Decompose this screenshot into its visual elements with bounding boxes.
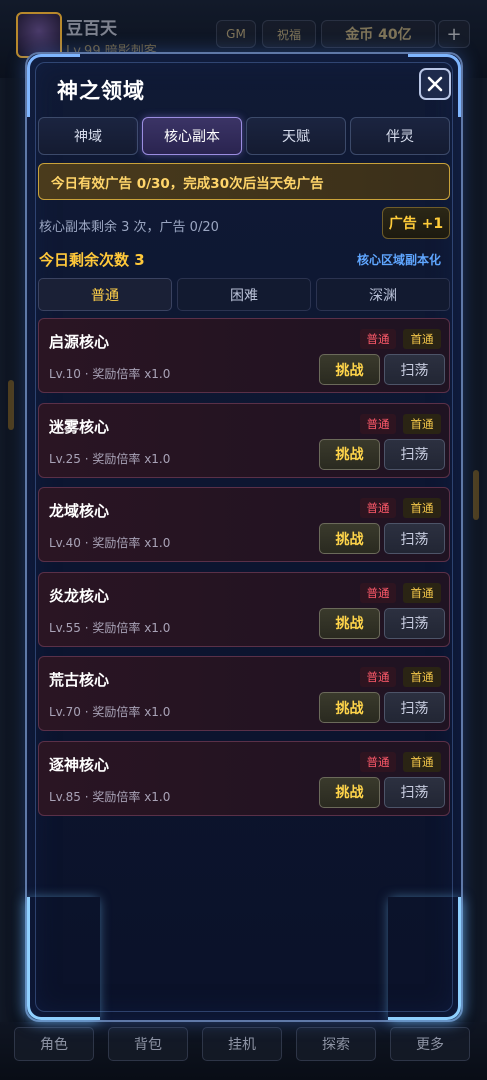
difficulty-tag: 普通 bbox=[360, 329, 396, 349]
sweep-button[interactable]: 扫荡 bbox=[384, 523, 445, 554]
frame-corner-bottom-left bbox=[27, 897, 100, 1020]
player-name: 豆百天 bbox=[66, 19, 117, 39]
difficulty-tag: 普通 bbox=[360, 751, 396, 772]
difficulty-tag: 普通 bbox=[360, 582, 396, 603]
first-clear-tag: 首通 bbox=[403, 751, 441, 772]
challenge-button[interactable]: 挑战 bbox=[319, 776, 380, 808]
difficulty-tag: 普通 bbox=[360, 413, 396, 434]
challenge-button[interactable]: 挑战 bbox=[319, 692, 380, 723]
challenge-button[interactable]: 挑战 bbox=[319, 523, 380, 554]
difficulty-normal[interactable]: 普通 bbox=[38, 278, 172, 311]
tab-divine-domain[interactable]: 神域 bbox=[38, 117, 138, 155]
dungeon-card: 迷雾核心 Lv.25 · 奖励倍率 x1.0 普通 首通 挑战 扫荡 bbox=[38, 402, 450, 478]
bless-button[interactable]: 祝福 bbox=[262, 20, 316, 48]
gm-button[interactable]: GM bbox=[216, 20, 256, 48]
first-clear-tag: 首通 bbox=[403, 413, 441, 434]
ad-bonus-button[interactable]: 广告 +1 bbox=[382, 207, 450, 239]
today-remaining: 今日剩余次数 3 bbox=[39, 251, 145, 269]
tab-bar: 神域 核心副本 天赋 伴灵 bbox=[38, 117, 450, 155]
dungeon-name: 荒古核心 bbox=[49, 671, 110, 689]
difficulty-abyss[interactable]: 深渊 bbox=[316, 278, 450, 311]
tab-core-dungeon[interactable]: 核心副本 bbox=[142, 117, 242, 155]
nav-idle[interactable]: 挂机 bbox=[202, 1027, 282, 1061]
difficulty-hard[interactable]: 困难 bbox=[177, 278, 311, 311]
dungeon-name: 炎龙核心 bbox=[49, 586, 110, 605]
dungeon-info: Lv.10 · 奖励倍率 x1.0 bbox=[49, 367, 171, 381]
sweep-button[interactable]: 扫荡 bbox=[384, 354, 445, 385]
challenge-button[interactable]: 挑战 bbox=[319, 607, 380, 639]
sweep-button[interactable]: 扫荡 bbox=[384, 438, 445, 470]
right-decoration bbox=[473, 470, 479, 520]
dungeon-info: Lv.55 · 奖励倍率 x1.0 bbox=[49, 620, 171, 635]
domain-modal: 神之领域 神域 核心副本 天赋 伴灵 今日有效广告 0/30，完成30次后当天免… bbox=[25, 52, 463, 1022]
difficulty-selector: 普通 困难 深渊 bbox=[38, 278, 450, 311]
tab-talent[interactable]: 天赋 bbox=[246, 117, 346, 155]
modal-title: 神之领域 bbox=[57, 79, 145, 103]
first-clear-tag: 首通 bbox=[403, 667, 441, 687]
dungeon-card: 荒古核心 Lv.70 · 奖励倍率 x1.0 普通 首通 挑战 扫荡 bbox=[38, 656, 450, 731]
first-clear-tag: 首通 bbox=[403, 329, 441, 349]
dungeon-info: Lv.40 · 奖励倍率 x1.0 bbox=[49, 536, 171, 550]
dungeon-name: 逐神核心 bbox=[49, 755, 110, 774]
dungeon-name: 启源核心 bbox=[49, 333, 110, 351]
dungeon-name: 龙域核心 bbox=[49, 502, 110, 520]
first-clear-tag: 首通 bbox=[403, 582, 441, 603]
dungeon-card: 炎龙核心 Lv.55 · 奖励倍率 x1.0 普通 首通 挑战 扫荡 bbox=[38, 571, 450, 647]
right-side-panel bbox=[461, 78, 487, 1028]
sweep-button[interactable]: 扫荡 bbox=[384, 692, 445, 723]
left-side-panel bbox=[0, 78, 24, 1028]
sweep-button[interactable]: 扫荡 bbox=[384, 607, 445, 639]
dungeon-list: 启源核心 Lv.10 · 奖励倍率 x1.0 普通 首通 挑战 扫荡 迷雾核心 … bbox=[38, 318, 450, 825]
dungeon-card: 逐神核心 Lv.85 · 奖励倍率 x1.0 普通 首通 挑战 扫荡 bbox=[38, 740, 450, 816]
dungeon-card: 启源核心 Lv.10 · 奖励倍率 x1.0 普通 首通 挑战 扫荡 bbox=[38, 318, 450, 393]
coin-display: 金币 40亿 bbox=[321, 20, 436, 48]
remaining-info: 核心副本剩余 3 次，广告 0/20 bbox=[39, 220, 219, 235]
core-area-link[interactable]: 核心区域副本化 bbox=[357, 251, 441, 268]
sweep-button[interactable]: 扫荡 bbox=[384, 776, 445, 808]
difficulty-tag: 普通 bbox=[360, 498, 396, 518]
dungeon-card: 龙域核心 Lv.40 · 奖励倍率 x1.0 普通 首通 挑战 扫荡 bbox=[38, 487, 450, 562]
frame-corner-bottom-right bbox=[388, 897, 461, 1020]
left-decoration bbox=[8, 380, 14, 430]
nav-more[interactable]: 更多 bbox=[390, 1027, 470, 1061]
nav-bag[interactable]: 背包 bbox=[108, 1027, 188, 1061]
tab-companion[interactable]: 伴灵 bbox=[350, 117, 450, 155]
close-icon bbox=[427, 76, 443, 92]
difficulty-tag: 普通 bbox=[360, 667, 396, 687]
dungeon-info: Lv.25 · 奖励倍率 x1.0 bbox=[49, 451, 171, 466]
first-clear-tag: 首通 bbox=[403, 498, 441, 518]
add-coin-button[interactable]: + bbox=[438, 20, 470, 48]
dungeon-info: Lv.70 · 奖励倍率 x1.0 bbox=[49, 705, 171, 719]
challenge-button[interactable]: 挑战 bbox=[319, 354, 380, 385]
nav-explore[interactable]: 探索 bbox=[296, 1027, 376, 1061]
ad-notice-banner: 今日有效广告 0/30，完成30次后当天免广告 bbox=[38, 163, 450, 200]
nav-character[interactable]: 角色 bbox=[14, 1027, 94, 1061]
dungeon-info: Lv.85 · 奖励倍率 x1.0 bbox=[49, 789, 171, 804]
close-button[interactable] bbox=[419, 68, 451, 100]
challenge-button[interactable]: 挑战 bbox=[319, 438, 380, 470]
dungeon-name: 迷雾核心 bbox=[49, 417, 110, 436]
